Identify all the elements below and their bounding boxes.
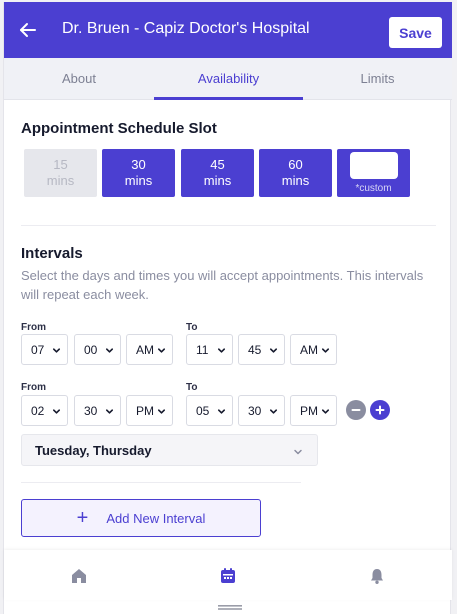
slot-custom: *custom [337,149,410,197]
select-value: AM [136,342,154,357]
select-value: 45 [248,342,262,357]
save-button[interactable]: Save [389,17,442,48]
from-period-select[interactable]: AM [126,334,173,365]
slot-unit: mins [281,173,310,188]
to-minute-select[interactable]: 45 [238,334,285,365]
chevron-down-icon [321,348,330,353]
select-value: 30 [248,403,262,418]
chevron-down-icon [217,348,226,353]
chevron-down-icon [52,409,61,414]
section-divider [21,225,436,226]
tab-about[interactable]: About [4,58,154,99]
intervals-description: Select the days and times you will accep… [21,268,424,302]
slot-number: 15 [53,157,68,172]
page-title: Dr. Bruen - Capiz Doctor's Hospital [62,20,310,37]
select-value: 11 [196,342,209,357]
to-period-select[interactable]: AM [290,334,337,365]
slot-number: 30 [131,157,146,172]
chevron-down-icon [294,449,302,455]
remove-interval-button[interactable] [346,400,366,420]
days-value: Tuesday, Thursday [35,442,152,458]
slot-unit: mins [46,173,75,188]
section-divider [21,482,301,483]
intervals-heading: Intervals [21,245,83,262]
app-frame: Dr. Bruen - Capiz Doctor's Hospital Save… [3,2,452,614]
select-value: PM [136,403,154,418]
slot-unit: mins [203,173,232,188]
app-header: Dr. Bruen - Capiz Doctor's Hospital Save [4,2,452,58]
chevron-down-icon [321,409,330,414]
drag-handle-icon[interactable] [218,605,242,610]
select-value: 30 [84,403,98,418]
select-value: PM [300,403,318,418]
add-new-interval-button[interactable]: + Add New Interval [21,499,261,537]
chevron-down-icon [217,409,226,414]
to-hour-select[interactable]: 05 [186,395,233,426]
custom-slot-input[interactable] [349,152,398,179]
chevron-down-icon [157,409,166,414]
slot-15-button[interactable]: 15 mins [24,149,97,197]
tab-limits[interactable]: Limits [303,58,452,99]
tab-availability[interactable]: Availability [154,58,303,99]
to-minute-select[interactable]: 30 [238,395,285,426]
select-value: AM [300,342,318,357]
select-value: 00 [84,342,98,357]
active-tab-indicator [154,97,303,100]
to-label: To [186,322,198,333]
arrow-left-icon[interactable] [16,18,40,42]
chevron-down-icon [157,348,166,353]
from-minute-select[interactable]: 30 [74,395,121,426]
from-minute-select[interactable]: 00 [74,334,121,365]
to-label: To [186,382,198,393]
from-period-select[interactable]: PM [126,395,173,426]
chevron-down-icon [269,348,278,353]
schedule-heading: Appointment Schedule Slot [21,120,217,137]
home-icon[interactable] [70,567,88,585]
chevron-down-icon [52,348,61,353]
slot-unit: mins [124,173,153,188]
bottom-nav [4,550,452,600]
slot-number: 60 [288,157,303,172]
to-period-select[interactable]: PM [290,395,337,426]
from-hour-select[interactable]: 02 [21,395,68,426]
chevron-down-icon [269,409,278,414]
select-value: 02 [31,403,45,418]
to-hour-select[interactable]: 11 [186,334,233,365]
select-value: 05 [196,403,210,418]
slot-45-button[interactable]: 45 mins [181,149,254,197]
chevron-down-icon [105,409,114,414]
add-interval-icon-button[interactable] [370,400,390,420]
add-interval-label: Add New Interval [106,510,206,526]
slot-number: 45 [210,157,225,172]
minus-icon [351,409,361,411]
days-select[interactable]: Tuesday, Thursday [21,434,318,466]
tab-bar: About Availability Limits [4,58,452,100]
slot-30-button[interactable]: 30 mins [102,149,175,197]
custom-slot-label: *custom [355,183,392,194]
calendar-icon[interactable] [219,567,237,585]
plus-icon [375,405,385,415]
bell-icon[interactable] [368,567,386,585]
slot-60-button[interactable]: 60 mins [259,149,332,197]
from-label: From [21,322,46,333]
from-hour-select[interactable]: 07 [21,334,68,365]
chevron-down-icon [105,348,114,353]
from-label: From [21,382,46,393]
select-value: 07 [31,342,45,357]
plus-icon: + [76,507,89,529]
